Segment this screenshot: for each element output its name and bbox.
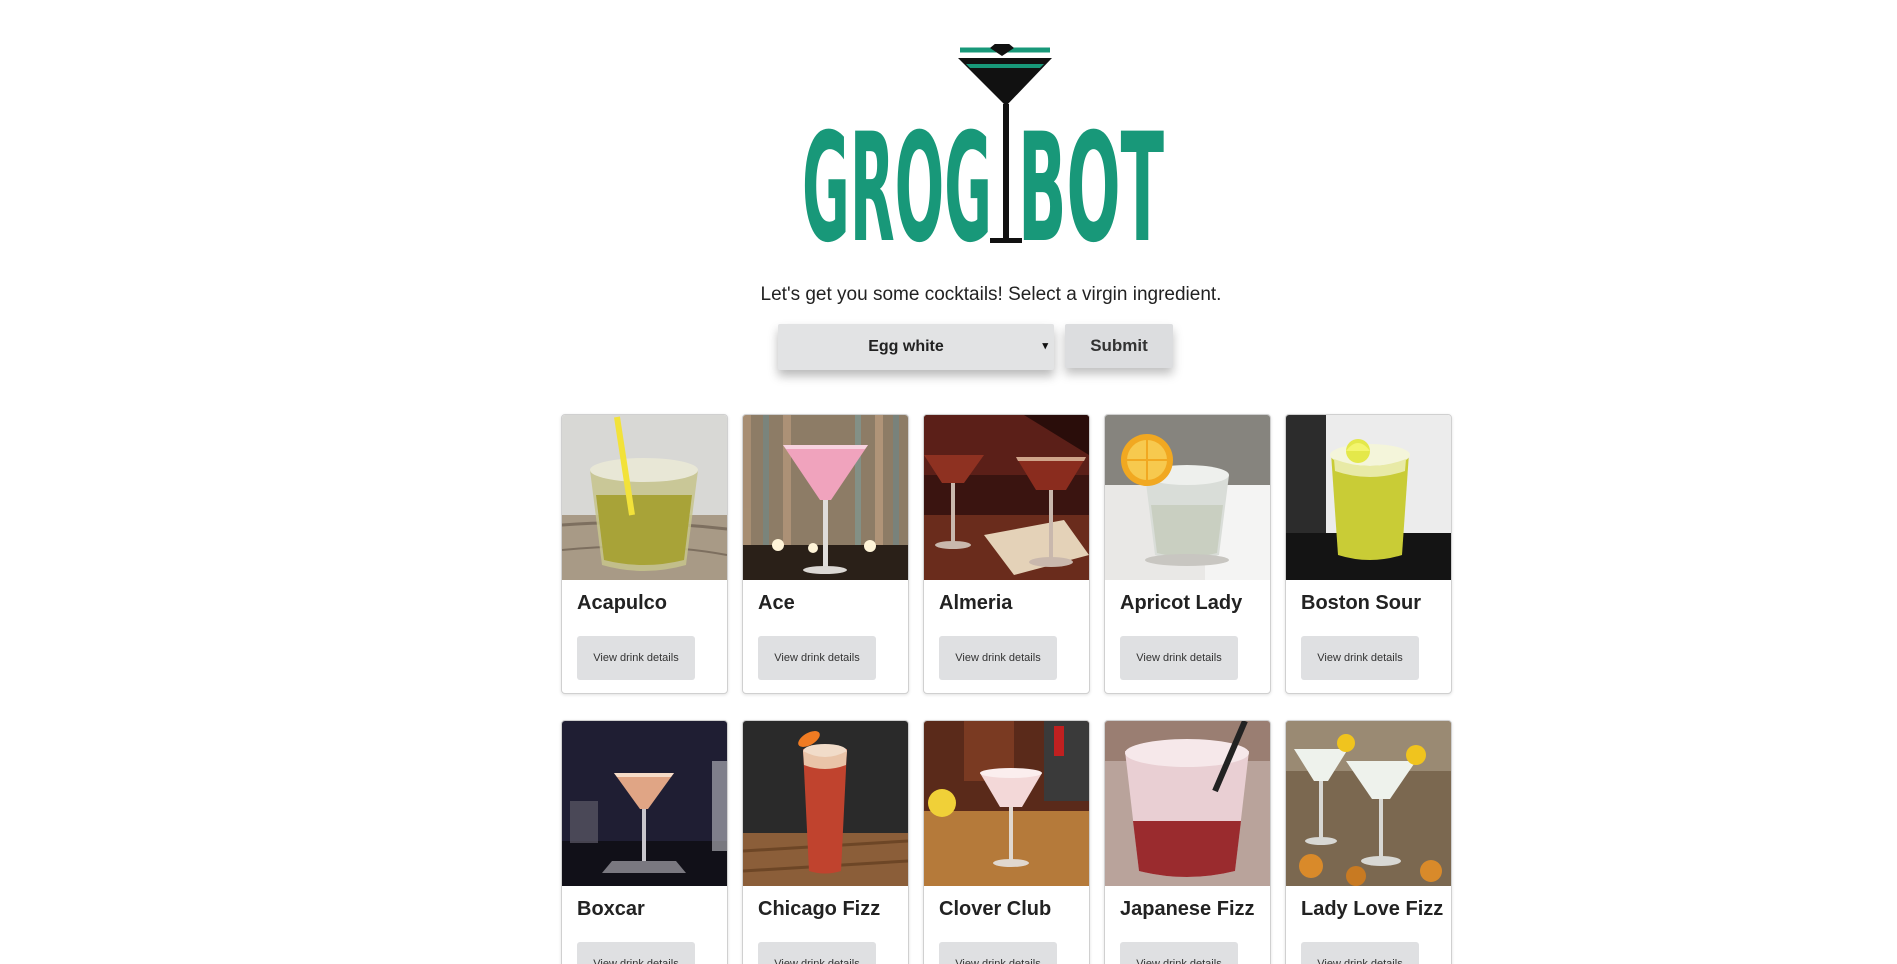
view-drink-details-button[interactable]: View drink details (577, 636, 695, 680)
view-drink-details-button[interactable]: View drink details (577, 942, 695, 964)
submit-button[interactable]: Submit (1065, 324, 1173, 368)
drink-name: Boston Sour (1301, 592, 1421, 614)
drink-image[interactable] (1286, 415, 1451, 580)
view-drink-details-button[interactable]: View drink details (939, 636, 1057, 680)
drink-name: Apricot Lady (1120, 592, 1243, 614)
drink-name: Clover Club (939, 898, 1052, 920)
drink-card: Boston Sour View drink details (1285, 414, 1452, 694)
prompt-text: Let's get you some cocktails! Select a v… (760, 284, 1222, 305)
drink-image[interactable] (562, 415, 727, 580)
drink-card: Apricot Lady View drink details (1104, 414, 1271, 694)
drink-image[interactable] (743, 721, 908, 886)
logo-text-left: GROG (802, 102, 992, 250)
drink-name: Lady Love Fizz (1301, 898, 1444, 920)
view-drink-details-button[interactable]: View drink details (1301, 942, 1419, 964)
garnish-diamond (990, 44, 1014, 56)
glass-stripe (966, 64, 1044, 68)
glass-stem (1003, 104, 1009, 240)
drink-card: Japanese Fizz View drink details (1104, 720, 1271, 964)
drink-name: Ace (758, 592, 795, 614)
drink-image[interactable] (562, 721, 727, 886)
view-drink-details-button[interactable]: View drink details (1301, 636, 1419, 680)
ingredient-select[interactable]: Egg white ▾ (778, 324, 1054, 370)
drink-name: Japanese Fizz (1120, 898, 1255, 920)
drink-name: Almeria (939, 592, 1013, 614)
ingredient-form: Egg white ▾ Submit (778, 324, 1173, 370)
drink-card: Acapulco View drink details (561, 414, 728, 694)
view-drink-details-button[interactable]: View drink details (758, 942, 876, 964)
drink-card: Almeria View drink details (923, 414, 1090, 694)
drink-name: Chicago Fizz (758, 898, 881, 920)
drink-image[interactable] (1286, 721, 1451, 886)
drink-image[interactable] (1105, 721, 1270, 886)
drink-card: Boxcar View drink details (561, 720, 728, 964)
drink-name: Boxcar (577, 898, 645, 920)
view-drink-details-button[interactable]: View drink details (1120, 636, 1238, 680)
drink-card: Lady Love Fizz View drink details (1285, 720, 1452, 964)
drink-name: Acapulco (577, 592, 668, 614)
logo-text-right: BOT (1018, 102, 1164, 250)
caret-down-icon: ▾ (1042, 340, 1048, 352)
view-drink-details-button[interactable]: View drink details (939, 942, 1057, 964)
drink-image[interactable] (924, 721, 1089, 886)
grogbot-logo: GROG BOT (790, 44, 1170, 250)
drink-image[interactable] (1105, 415, 1270, 580)
ingredient-select-value: Egg white (868, 338, 944, 355)
drink-grid: Acapulco View drink details Ace View dri… (561, 414, 1461, 964)
drink-image[interactable] (924, 415, 1089, 580)
drink-card: Chicago Fizz View drink details (742, 720, 909, 964)
drink-card: Ace View drink details (742, 414, 909, 694)
view-drink-details-button[interactable]: View drink details (1120, 942, 1238, 964)
logo-graphic: GROG BOT (802, 44, 1164, 250)
drink-image[interactable] (743, 415, 908, 580)
drink-card: Clover Club View drink details (923, 720, 1090, 964)
page: GROG BOT Let's get you some cocktails! S… (0, 0, 1897, 964)
view-drink-details-button[interactable]: View drink details (758, 636, 876, 680)
